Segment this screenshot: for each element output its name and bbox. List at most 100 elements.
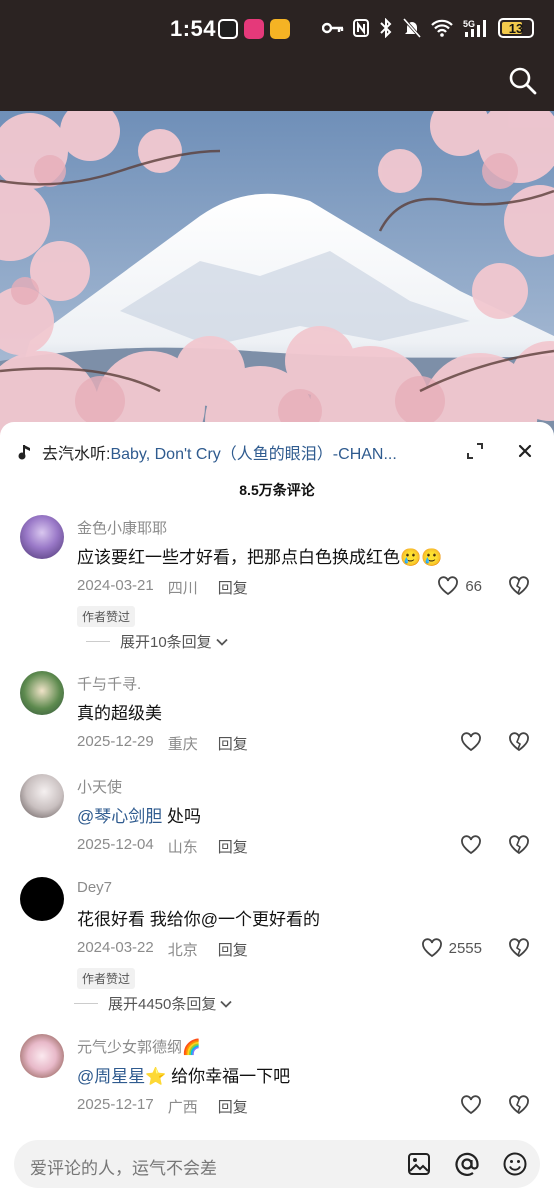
heart-icon — [461, 1095, 481, 1115]
comment-date: 2025-12-04 — [77, 836, 154, 853]
comment-meta: 2025-12-04 山东 回复 — [77, 836, 248, 857]
emoji-icon[interactable] — [502, 1151, 528, 1177]
author-liked-badge: 作者赞过 — [77, 606, 136, 627]
comment-meta: 2025-12-29 重庆 回复 — [77, 733, 248, 754]
avatar[interactable] — [20, 774, 64, 818]
chevron-down-icon — [220, 1000, 233, 1008]
mountain-blossom-image — [0, 111, 554, 441]
signal-5g-icon: 5G — [463, 19, 486, 37]
heart-icon — [438, 576, 459, 596]
close-icon[interactable] — [514, 440, 536, 462]
comment-author[interactable]: 小天使 — [77, 776, 122, 797]
comment-sheet: 去汽水听: Baby, Don't Cry（人鱼的眼泪）-CHAN... 8.5… — [0, 422, 554, 1199]
comment-item: 金色小康耶耶 应该要红一些才好看，把那点白色换成红色🥲🥲 2024-03-21 … — [0, 515, 554, 655]
expand-replies-button[interactable]: 展开4450条回复 — [74, 993, 233, 1014]
reply-button[interactable]: 回复 — [218, 939, 248, 960]
weibo-icon — [270, 19, 290, 39]
like-button[interactable]: 66 — [437, 575, 482, 597]
comment-region: 山东 — [167, 839, 198, 856]
comment-text-body: 处吗 — [162, 807, 201, 826]
wifi-icon — [431, 19, 453, 37]
broken-heart-icon[interactable] — [508, 731, 530, 753]
qq-icon — [218, 19, 238, 39]
comment-date: 2025-12-17 — [77, 1096, 154, 1113]
broken-heart-icon[interactable] — [508, 575, 530, 597]
comment-text: 真的超级美 — [77, 704, 162, 723]
like-count: 2555 — [448, 939, 482, 957]
chevron-down-icon — [216, 638, 228, 646]
comment-meta: 2024-03-22 北京 回复 — [77, 939, 248, 960]
like-button[interactable] — [460, 731, 482, 753]
divider-line — [74, 1003, 98, 1004]
status-time: 1:54 — [170, 16, 217, 41]
comment-region: 重庆 — [167, 736, 198, 753]
comment-item: 元气少女郭德纲🌈 @周星星⭐ 给你幸福一下吧 2025-12-17 广西 回复 — [0, 1034, 554, 1124]
comment-text: 花很好看 我给你@一个更好看的 — [77, 910, 320, 929]
mention-link[interactable]: @琴心剑胆 — [77, 807, 162, 826]
music-title[interactable]: Baby, Don't Cry（人鱼的眼泪）-CHAN... — [110, 440, 396, 464]
comment-date: 2025-12-29 — [77, 733, 154, 750]
like-count: 66 — [465, 577, 482, 595]
expand-replies-label: 展开4450条回复 — [108, 996, 217, 1013]
comment-date: 2024-03-22 — [77, 939, 154, 956]
author-liked-badge: 作者赞过 — [77, 968, 136, 989]
reply-button[interactable]: 回复 — [218, 1096, 248, 1117]
expand-icon[interactable] — [466, 442, 484, 460]
avatar[interactable] — [20, 877, 64, 921]
broken-heart-icon[interactable] — [508, 834, 530, 856]
search-icon[interactable] — [508, 66, 538, 96]
avatar[interactable] — [20, 515, 64, 559]
mute-bell-icon — [403, 18, 421, 38]
like-button[interactable] — [460, 834, 482, 856]
at-icon[interactable] — [454, 1151, 480, 1177]
comment-item: 小天使 @琴心剑胆 处吗 2025-12-04 山东 回复 — [0, 774, 554, 864]
comment-author[interactable]: 千与千寻. — [77, 673, 141, 694]
nfc-icon — [353, 19, 369, 37]
comment-input[interactable]: 爱评论的人，运气不会差 — [14, 1140, 540, 1188]
broken-heart-icon[interactable] — [508, 937, 530, 959]
like-button[interactable] — [460, 1094, 482, 1116]
reply-button[interactable]: 回复 — [218, 577, 248, 598]
comment-region: 四川 — [167, 580, 198, 597]
broken-heart-icon[interactable] — [508, 1094, 530, 1116]
mention-link[interactable]: @周星星⭐ — [77, 1067, 166, 1086]
hero-image[interactable] — [0, 111, 554, 441]
key-icon — [322, 22, 344, 34]
comment-count-title: 8.5万条评论 — [239, 482, 315, 498]
comment-item: 千与千寻. 真的超级美 2025-12-29 重庆 回复 — [0, 671, 554, 761]
input-placeholder: 爱评论的人，运气不会差 — [30, 1159, 217, 1178]
status-indicators: 5G 13 — [322, 18, 534, 38]
comment-author[interactable]: Dey7 — [77, 879, 112, 896]
app-notification-icon — [244, 19, 264, 39]
music-link[interactable]: 去汽水听: Baby, Don't Cry（人鱼的眼泪）-CHAN... — [18, 440, 536, 464]
divider-line — [86, 641, 110, 642]
comment-region: 广西 — [167, 1099, 198, 1116]
battery-icon: 13 — [498, 18, 534, 38]
comment-text: @琴心剑胆 处吗 — [77, 802, 201, 827]
image-icon[interactable] — [406, 1151, 432, 1177]
status-bar: 1:54 5G 13 — [0, 0, 554, 64]
comment-item: Dey7 花很好看 我给你@一个更好看的 2024-03-22 北京 回复 25… — [0, 877, 554, 1017]
expand-replies-label: 展开10条回复 — [120, 634, 212, 651]
comment-author[interactable]: 元气少女郭德纲🌈 — [77, 1036, 201, 1057]
top-bar — [0, 64, 554, 112]
reply-button[interactable]: 回复 — [218, 836, 248, 857]
comment-author[interactable]: 金色小康耶耶 — [77, 517, 167, 538]
input-actions — [406, 1151, 528, 1177]
avatar[interactable] — [20, 671, 64, 715]
like-button[interactable]: 2555 — [421, 937, 482, 959]
avatar[interactable] — [20, 1034, 64, 1078]
comment-meta: 2024-03-21 四川 回复 — [77, 577, 248, 598]
comment-meta: 2025-12-17 广西 回复 — [77, 1096, 248, 1117]
comment-region: 北京 — [167, 942, 198, 959]
music-note-icon — [18, 445, 30, 460]
music-prefix: 去汽水听: — [42, 446, 111, 463]
heart-icon — [421, 938, 442, 958]
bluetooth-icon — [380, 18, 392, 38]
heart-icon — [461, 835, 481, 855]
comment-text-body: 给你幸福一下吧 — [166, 1067, 291, 1086]
notification-icons — [218, 19, 290, 39]
reply-button[interactable]: 回复 — [218, 733, 248, 754]
heart-icon — [461, 732, 481, 752]
expand-replies-button[interactable]: 展开10条回复 — [86, 631, 229, 652]
